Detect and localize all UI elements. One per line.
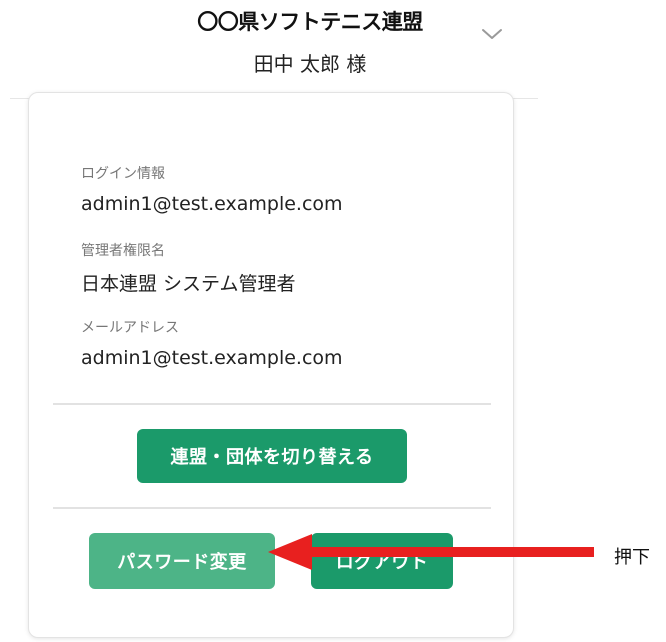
section-divider <box>53 507 491 509</box>
change-password-button[interactable]: パスワード変更 <box>89 533 275 589</box>
organization-title: 〇〇県ソフトテニス連盟 <box>197 10 423 34</box>
press-annotation-label: 押下 <box>614 547 650 568</box>
user-name: 田中 太郎 様 <box>253 52 367 76</box>
section-divider <box>53 403 491 405</box>
account-menu-screen: 〇〇県ソフトテニス連盟 田中 太郎 様 ログイン情報 admin1@test.e… <box>0 0 666 642</box>
email-value: admin1@test.example.com <box>81 347 343 369</box>
login-info-label: ログイン情報 <box>81 166 165 182</box>
login-info-value: admin1@test.example.com <box>81 193 343 215</box>
email-label: メールアドレス <box>81 320 179 336</box>
chevron-down-icon[interactable] <box>480 24 504 44</box>
admin-role-value: 日本連盟 システム管理者 <box>81 273 296 295</box>
annotation-arrow-icon <box>268 534 594 570</box>
switch-organization-button[interactable]: 連盟・団体を切り替える <box>137 429 407 483</box>
admin-role-label: 管理者権限名 <box>81 243 165 259</box>
